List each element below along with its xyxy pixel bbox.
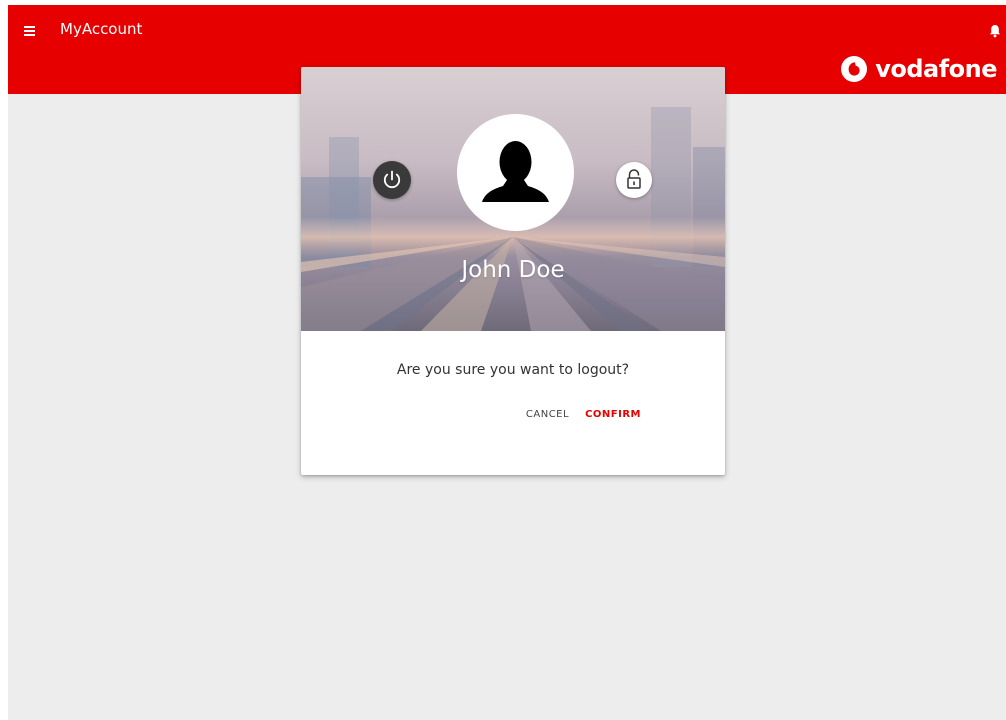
lock-button[interactable] [616, 162, 652, 198]
confirm-button[interactable]: CONFIRM [585, 409, 641, 421]
power-icon [383, 170, 401, 189]
vodafone-speechmark-icon [841, 56, 868, 82]
power-button[interactable] [373, 161, 411, 199]
unlocked-padlock-icon [627, 169, 641, 189]
profile-header: John Doe [301, 67, 725, 331]
hamburger-menu-icon[interactable] [22, 23, 38, 37]
user-name: John Doe [461, 257, 565, 283]
brand-name: vodafone [875, 55, 997, 83]
app-title: MyAccount [60, 20, 143, 38]
user-silhouette-icon [482, 141, 549, 202]
logout-dialog: John Doe Are you sure you want to logout… [301, 67, 725, 475]
avatar [457, 114, 574, 231]
vodafone-logo: vodafone [841, 54, 997, 84]
bell-icon[interactable] [989, 23, 1001, 38]
dialog-actions: CANCEL CONFIRM [526, 409, 641, 421]
app-window: MyAccount vodafone John Doe Are you sure… [8, 5, 1006, 720]
cancel-button[interactable]: CANCEL [526, 409, 569, 421]
logout-question: Are you sure you want to logout? [396, 362, 630, 378]
